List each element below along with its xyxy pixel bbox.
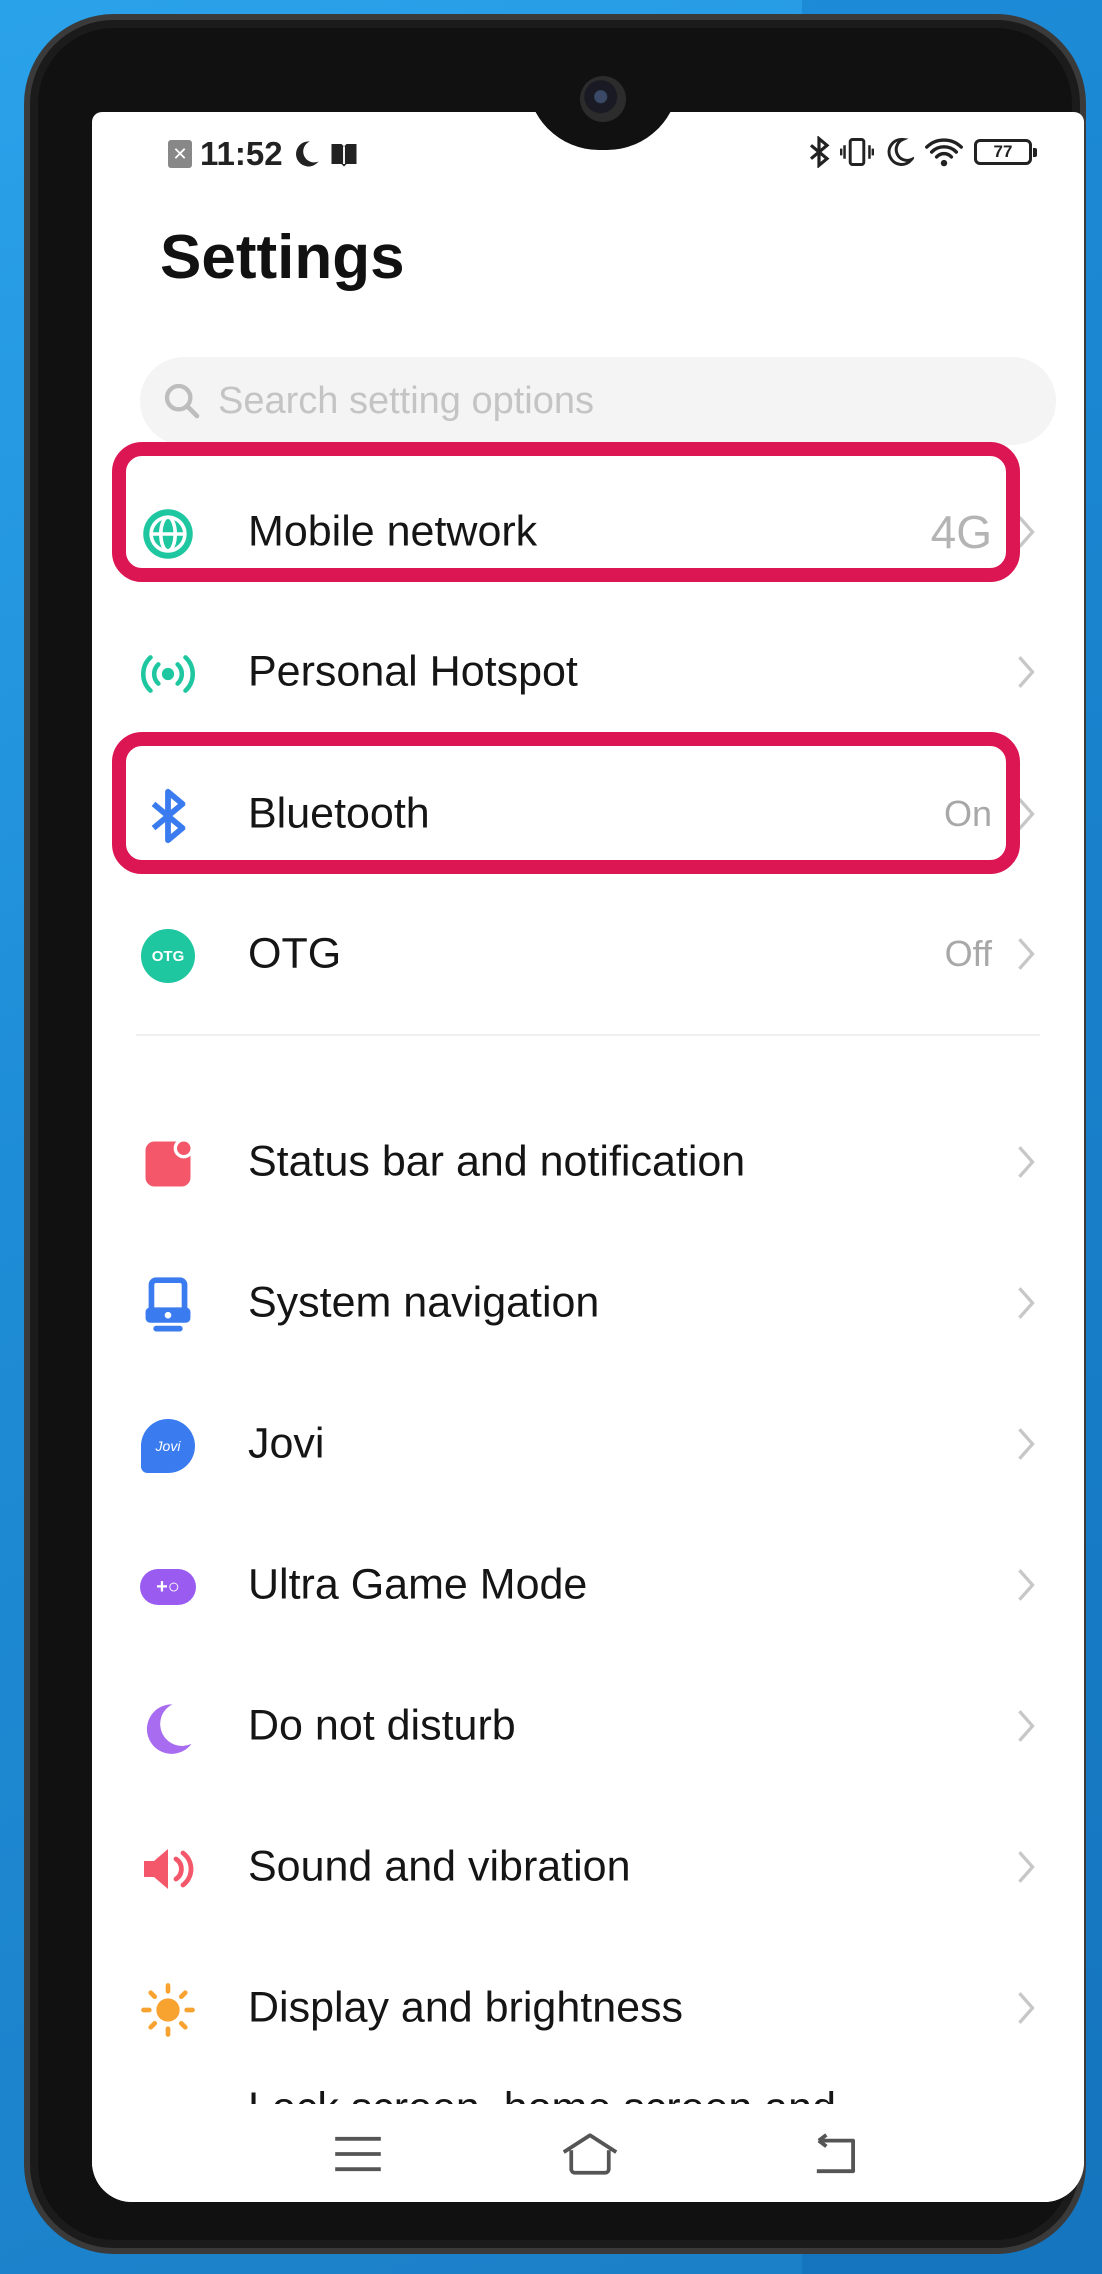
vibrate-icon [840, 138, 874, 166]
camera-icon [580, 76, 626, 122]
chevron-right-icon [1018, 1710, 1035, 1742]
settings-item-do-not-disturb[interactable]: Do not disturb [92, 1656, 1084, 1796]
settings-item-label: Jovi [248, 1419, 325, 1468]
gamepad-icon: +○ [140, 1559, 196, 1615]
settings-item-label: OTG [248, 929, 342, 978]
jovi-icon-badge: Jovi [141, 1419, 195, 1473]
settings-item-sound-vibration[interactable]: Sound and vibration [92, 1797, 1084, 1937]
settings-item-display-brightness[interactable]: Display and brightness [92, 1938, 1084, 2078]
system-navigation-icon [140, 1277, 196, 1333]
navigation-bar [92, 2104, 1084, 2202]
settings-item-personal-hotspot[interactable]: Personal Hotspot [92, 602, 1084, 742]
settings-item-label: System navigation [248, 1278, 600, 1327]
notification-badge-icon [140, 1136, 196, 1192]
settings-item-value: Off [944, 933, 992, 974]
back-icon[interactable] [804, 2124, 864, 2184]
screen: ✕ 11:52 77 Settings Mobile network [92, 112, 1084, 2202]
home-icon[interactable] [560, 2124, 620, 2184]
chevron-right-icon [1018, 1428, 1035, 1460]
settings-item-system-navigation[interactable]: System navigation [92, 1233, 1084, 1373]
settings-item-label: Personal Hotspot [248, 647, 578, 696]
settings-item-label: Sound and vibration [248, 1842, 631, 1891]
sun-icon [140, 1982, 196, 2038]
settings-item-label: Ultra Game Mode [248, 1560, 588, 1609]
chevron-right-icon [1018, 938, 1035, 970]
menu-icon[interactable] [328, 2124, 388, 2184]
otg-icon-badge: OTG [141, 929, 195, 983]
settings-item-jovi[interactable]: Jovi Jovi [92, 1374, 1084, 1514]
chevron-right-icon [1018, 1851, 1035, 1883]
settings-item-ultra-game-mode[interactable]: +○ Ultra Game Mode [92, 1515, 1084, 1655]
status-bar-right: 77 [808, 132, 1037, 172]
settings-item-status-bar[interactable]: Status bar and notification [92, 1092, 1084, 1232]
settings-item-label: Do not disturb [248, 1701, 516, 1750]
search-bar[interactable] [140, 357, 1056, 445]
moon-icon [140, 1700, 196, 1756]
otg-icon: OTG [140, 928, 196, 984]
highlight-mobile-network [112, 442, 1020, 582]
settings-item-otg[interactable]: OTG OTG Off [92, 884, 1084, 1024]
moon-icon [295, 141, 319, 167]
settings-item-label: Display and brightness [248, 1983, 684, 2032]
chevron-right-icon [1018, 1992, 1035, 2024]
notification-x-icon: ✕ [168, 140, 192, 168]
hotspot-icon [140, 646, 196, 702]
gamepad-icon-badge: +○ [140, 1569, 196, 1605]
chevron-right-icon [1018, 1287, 1035, 1319]
section-divider [136, 1034, 1040, 1036]
phone-frame: ✕ 11:52 77 Settings Mobile network [24, 14, 1086, 2254]
wifi-icon [925, 138, 963, 167]
moon-icon [887, 137, 914, 166]
settings-item-label: Status bar and notification [248, 1137, 746, 1186]
search-icon [164, 383, 200, 419]
speaker-icon [140, 1841, 196, 1897]
battery-icon: 77 [974, 139, 1037, 165]
page-title: Settings [160, 223, 405, 292]
highlight-bluetooth [112, 732, 1020, 874]
jovi-icon: Jovi [140, 1418, 196, 1474]
chevron-right-icon [1018, 1146, 1035, 1178]
bluetooth-icon [809, 136, 830, 168]
search-input[interactable] [218, 379, 1018, 423]
chevron-right-icon [1018, 656, 1035, 688]
status-bar-left: ✕ 11:52 [168, 134, 359, 174]
status-time: 11:52 [200, 135, 283, 172]
battery-level: 77 [993, 142, 1013, 161]
chevron-right-icon [1018, 1569, 1035, 1601]
book-icon [331, 144, 357, 167]
